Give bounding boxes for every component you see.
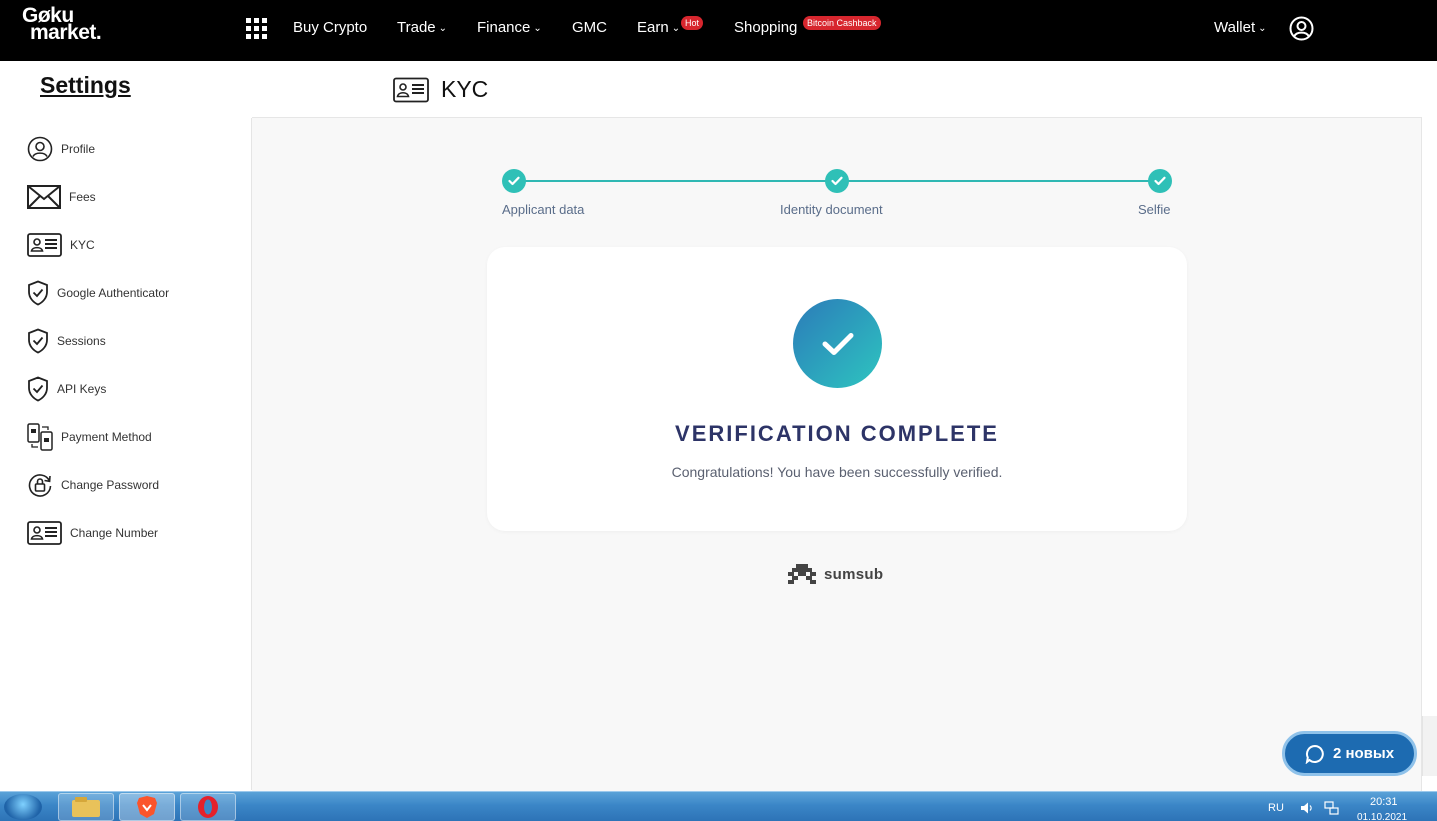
nav-gmc[interactable]: GMC: [572, 19, 607, 36]
sidebar-item-label: Change Number: [70, 526, 159, 540]
nav-wallet[interactable]: Wallet ⌄: [1214, 19, 1267, 36]
nav-trade-label: Trade: [397, 19, 436, 36]
settings-title: Settings: [40, 72, 131, 98]
nav-finance-label: Finance: [477, 19, 531, 36]
volume-icon[interactable]: [1300, 801, 1314, 815]
sidebar-item-profile[interactable]: Profile: [27, 134, 95, 164]
step-label-applicant-data: Applicant data: [502, 202, 585, 217]
id-card-icon: [27, 521, 62, 545]
chevron-down-icon: ⌄: [533, 23, 542, 34]
verification-title: VERIFICATION COMPLETE: [675, 421, 999, 446]
logo-line-2: market.: [30, 21, 102, 44]
opera-browser-icon[interactable]: [180, 793, 236, 821]
sidebar-item-google-authenticator[interactable]: Google Authenticator: [27, 278, 169, 308]
nav-shopping-label: Shopping: [734, 19, 798, 36]
brave-browser-icon[interactable]: [119, 793, 175, 821]
shield-check-icon: [28, 280, 48, 306]
sidebar-item-change-number[interactable]: Change Number: [27, 518, 158, 548]
shield-check-icon: [28, 328, 48, 354]
apps-grid-icon[interactable]: [246, 18, 267, 39]
step-complete-check-icon: [502, 169, 526, 193]
clock-date[interactable]: 01.10.2021: [1357, 812, 1407, 821]
shield-check-icon: [28, 376, 48, 402]
step-complete-check-icon: [1148, 169, 1172, 193]
chevron-down-icon: ⌄: [1258, 23, 1267, 34]
sidebar-item-fees[interactable]: Fees: [27, 182, 96, 212]
sidebar-item-label: Fees: [69, 190, 96, 204]
lock-refresh-icon: [28, 474, 52, 497]
chat-bubble-icon: [1305, 744, 1324, 764]
nav-shopping[interactable]: Shopping: [734, 19, 797, 36]
sidebar-item-api-keys[interactable]: API Keys: [27, 374, 106, 404]
sidebar-item-label: API Keys: [57, 382, 107, 396]
sidebar-item-kyc[interactable]: KYC: [27, 230, 95, 260]
nav-earn[interactable]: Earn ⌄: [637, 19, 680, 36]
file-explorer-icon[interactable]: [58, 793, 114, 821]
hot-badge: Hot: [681, 16, 704, 30]
page-title: KYC: [441, 76, 489, 102]
language-indicator[interactable]: RU: [1268, 802, 1284, 814]
sumsub-logo-icon: [788, 564, 816, 584]
sumsub-branding[interactable]: sumsub: [786, 563, 883, 585]
nav-gmc-label: GMC: [572, 19, 607, 36]
user-circle-icon[interactable]: [1289, 16, 1314, 41]
windows-start-icon[interactable]: [4, 794, 42, 820]
top-navbar: Gøku market. Buy Crypto Trade ⌄ Finance ⌄ …: [0, 0, 1437, 61]
chevron-down-icon: ⌄: [671, 23, 681, 34]
sidebar-item-label: Payment Method: [61, 430, 152, 444]
nav-buy-crypto[interactable]: Buy Crypto: [293, 19, 367, 36]
step-label-selfie: Selfie: [1138, 202, 1171, 217]
chevron-down-icon: ⌄: [438, 23, 448, 34]
sidebar-item-label: KYC: [70, 238, 95, 252]
sidebar-item-payment-method[interactable]: Payment Method: [27, 422, 152, 452]
network-icon[interactable]: [1324, 801, 1339, 815]
nav-wallet-label: Wallet: [1214, 19, 1256, 36]
id-card-icon: [27, 233, 62, 257]
user-circle-icon: [27, 136, 53, 162]
id-card-icon: [393, 77, 429, 103]
nav-buy-crypto-label: Buy Crypto: [293, 19, 368, 36]
progress-line: [514, 180, 837, 182]
verified-check-icon: [793, 299, 882, 388]
sidebar-item-label: Profile: [61, 142, 96, 156]
nav-trade[interactable]: Trade ⌄: [397, 19, 447, 36]
nav-earn-label: Earn: [637, 19, 669, 36]
windows-taskbar: RU 20:31 01.10.2021: [0, 791, 1437, 821]
verification-subtitle: Congratulations! You have been successfu…: [671, 464, 1003, 480]
sidebar-item-sessions[interactable]: Sessions: [27, 326, 106, 356]
chat-widget-button[interactable]: 2 новых: [1282, 731, 1417, 776]
sumsub-label: sumsub: [824, 565, 884, 583]
envelope-icon: [27, 185, 61, 209]
clock-time[interactable]: 20:31: [1370, 796, 1398, 808]
step-complete-check-icon: [825, 169, 849, 193]
sidebar-item-label: Change Password: [61, 478, 160, 492]
sidebar-item-change-password[interactable]: Change Password: [27, 470, 159, 500]
phone-transfer-icon: [27, 423, 53, 451]
chat-widget-label: 2 новых: [1332, 745, 1395, 762]
progress-line: [837, 180, 1160, 182]
nav-finance[interactable]: Finance ⌄: [477, 19, 542, 36]
sidebar-item-label: Sessions: [57, 334, 106, 348]
scrollbar[interactable]: [1422, 716, 1437, 776]
verification-card: [487, 247, 1187, 531]
gokumarket-logo[interactable]: Gøku market.: [22, 5, 127, 47]
sidebar-item-label: Google Authenticator: [57, 286, 170, 300]
bitcoin-cashback-badge: Bitcoin Cashback: [803, 16, 881, 30]
step-label-identity-document: Identity document: [780, 202, 883, 217]
